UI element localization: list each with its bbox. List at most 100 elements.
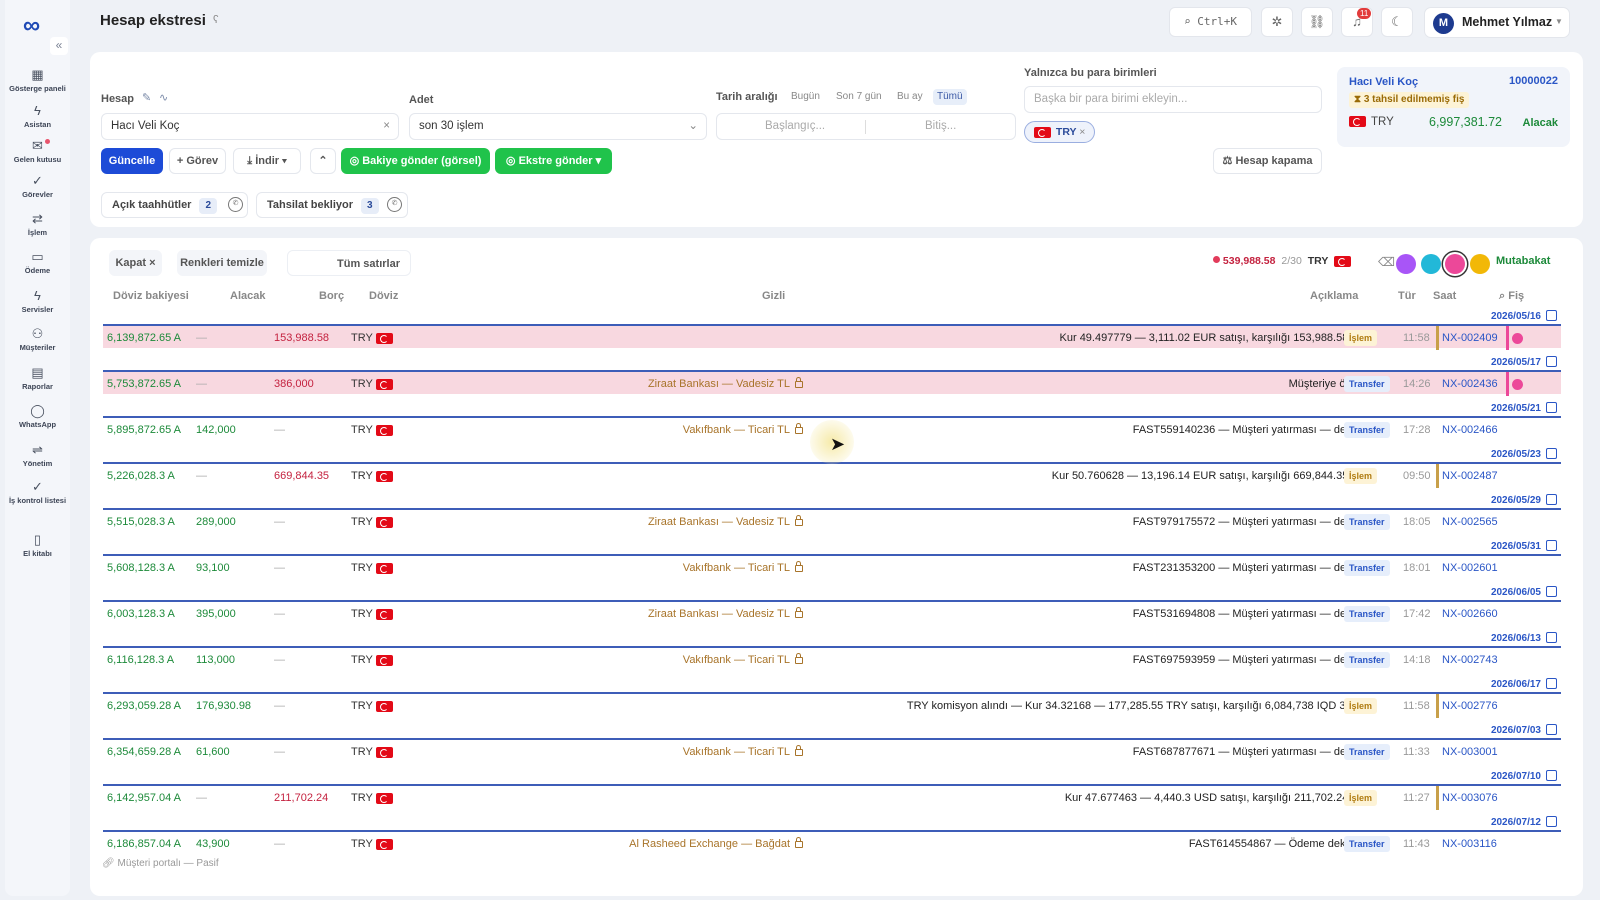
calendar-icon[interactable]	[1546, 678, 1557, 689]
clear-account-icon[interactable]: ×	[383, 114, 390, 139]
activity-icon[interactable]: ∿	[159, 91, 168, 104]
close-button[interactable]: Kapat ×	[109, 250, 162, 276]
calendar-icon[interactable]	[1546, 632, 1557, 643]
table-row[interactable]: 6,003,128.3 A 395,000 — TRY Ziraat Bankası …	[103, 600, 1561, 624]
all-rows-toggle[interactable]: Tüm satırlar	[287, 250, 411, 276]
info-icon[interactable]: ʕ	[213, 14, 219, 26]
customer-name[interactable]: Hacı Veli Koç	[1349, 76, 1418, 88]
receipt-link[interactable]: NX-003076	[1442, 786, 1498, 810]
sidebar-item-whatsapp[interactable]: ◯ WhatsApp	[5, 404, 70, 430]
send-statement-button[interactable]: ◎ Ekstre gönder ▾	[495, 148, 612, 174]
col-fx-balance[interactable]: Döviz bakiyesi	[113, 290, 189, 302]
receipt-link[interactable]: NX-003001	[1442, 740, 1498, 764]
receipt-link[interactable]: NX-002660	[1442, 602, 1498, 626]
date-chip-7days[interactable]: Son 7 gün	[832, 89, 886, 105]
receipt-link[interactable]: NX-002776	[1442, 694, 1498, 718]
calendar-icon[interactable]	[1546, 770, 1557, 781]
table-row[interactable]: 6,186,857.04 A 43,900 — TRY Al Rasheed Exch…	[103, 830, 1561, 854]
color-dot[interactable]	[1512, 379, 1523, 390]
calendar-icon[interactable]	[1546, 540, 1557, 551]
calendar-icon[interactable]	[1546, 402, 1557, 413]
calendar-icon[interactable]	[1546, 310, 1557, 321]
calendar-icon[interactable]	[1546, 724, 1557, 735]
table-row[interactable]: 5,515,028.3 A 289,000 — TRY Ziraat Bankası …	[103, 508, 1561, 532]
receipt-link[interactable]: NX-002743	[1442, 648, 1498, 672]
col-time[interactable]: Saat	[1433, 290, 1456, 302]
hidden-account-cell[interactable]: Ziraat Bankası — Vadesiz TL	[648, 372, 803, 396]
edit-icon[interactable]: ✎	[142, 91, 151, 104]
receipt-link[interactable]: NX-002466	[1442, 418, 1498, 442]
sidebar-item-handbook[interactable]: ▯ El kitabı	[5, 533, 70, 559]
date-chip-this-month[interactable]: Bu ay	[893, 89, 927, 105]
col-description[interactable]: Açıklama	[1310, 290, 1358, 302]
sidebar-item-inbox[interactable]: ✉ Gelen kutusu	[5, 139, 70, 165]
sidebar-item-management[interactable]: ⇌ Yönetim	[5, 443, 70, 469]
color-dot[interactable]	[1512, 333, 1523, 344]
hidden-account-cell[interactable]: Ziraat Bankası — Vadesiz TL	[648, 602, 803, 626]
sidebar-item-services[interactable]: ϟ Servisler	[5, 289, 70, 315]
color-purple-button[interactable]	[1396, 254, 1416, 274]
calendar-icon[interactable]	[1546, 494, 1557, 505]
receipt-link[interactable]: NX-003116	[1442, 832, 1497, 856]
pending-collections-pill[interactable]: Tahsilat bekliyor 3	[256, 192, 408, 218]
col-receipt[interactable]: ⌕ Fiş	[1499, 290, 1524, 303]
calendar-icon[interactable]	[1546, 816, 1557, 827]
receipt-link[interactable]: NX-002601	[1442, 556, 1498, 580]
color-cyan-button[interactable]	[1421, 254, 1441, 274]
download-button[interactable]: ⤓ İndir ▾	[233, 148, 301, 174]
whatsapp-icon[interactable]: ✆	[228, 197, 243, 212]
calendar-icon[interactable]	[1546, 448, 1557, 459]
receipt-link[interactable]: NX-002487	[1442, 464, 1498, 488]
hidden-account-cell[interactable]: Vakıfbank — Ticari TL	[683, 418, 803, 442]
receipt-link[interactable]: NX-002565	[1442, 510, 1498, 534]
currency-chip-try[interactable]: TRY ×	[1024, 121, 1095, 143]
sidebar-item-customers[interactable]: ⚇ Müşteriler	[5, 327, 70, 353]
pending-receipts-badge[interactable]: ⧗ 3 tahsil edilmemiş fiş	[1349, 92, 1470, 108]
link-button[interactable]: ⛓	[1301, 7, 1333, 37]
clear-colors-button[interactable]: Renkleri temizle	[177, 250, 267, 276]
hidden-account-cell[interactable]: Ziraat Bankası — Vadesiz TL	[648, 510, 803, 534]
customer-portal-status[interactable]: 🔗︎ Müşteri portalı — Pasif	[102, 858, 219, 869]
receipt-link[interactable]: NX-002409	[1442, 326, 1498, 350]
table-row[interactable]: 6,142,957.04 A — 211,702.24 TRY Kur 47.6774…	[103, 784, 1561, 810]
reconcile-button[interactable]: Mutabakat	[1496, 255, 1550, 267]
update-button[interactable]: Güncelle	[101, 148, 163, 174]
col-type[interactable]: Tür	[1398, 290, 1416, 302]
whatsapp-icon[interactable]: ✆	[387, 197, 402, 212]
sidebar-item-checklist[interactable]: ✓ İş kontrol listesi	[5, 480, 70, 506]
sidebar-item-dashboard[interactable]: ▦ Gösterge paneli	[5, 68, 70, 94]
search-button[interactable]: ⌕ Ctrl+K	[1169, 7, 1252, 37]
col-credit[interactable]: Alacak	[230, 290, 265, 302]
col-debit[interactable]: Borç	[319, 290, 344, 302]
collapse-sidebar-button[interactable]: «	[50, 37, 68, 55]
calendar-icon[interactable]	[1546, 356, 1557, 367]
table-row[interactable]: 5,753,872.65 A — 386,000 TRY Ziraat Bankası…	[103, 370, 1561, 396]
account-input[interactable]: Hacı Veli Koç ×	[101, 113, 399, 140]
table-row[interactable]: 6,354,659.28 A 61,600 — TRY Vakıfbank — Tic…	[103, 738, 1561, 762]
count-select[interactable]: son 30 işlem ⌄	[409, 113, 707, 140]
currency-input[interactable]: Başka bir para birimi ekleyin...	[1024, 86, 1322, 113]
sidebar-item-assistant[interactable]: ϟ Asistan	[5, 104, 70, 130]
date-chip-all[interactable]: Tümü	[933, 89, 967, 105]
calendar-icon[interactable]	[1546, 586, 1557, 597]
date-chip-today[interactable]: Bugün	[787, 89, 824, 105]
col-currency[interactable]: Döviz	[369, 290, 398, 302]
table-row[interactable]: 6,293,059.28 A 176,930.98 — TRY TRY komisyo…	[103, 692, 1561, 718]
theme-toggle-button[interactable]: ☾	[1381, 7, 1413, 37]
remove-chip-icon[interactable]: ×	[1079, 126, 1085, 138]
close-account-button[interactable]: ⚖ Hesap kapama	[1213, 148, 1322, 174]
table-row[interactable]: 6,116,128.3 A 113,000 — TRY Vakıfbank — Tic…	[103, 646, 1561, 670]
table-row[interactable]: 5,226,028.3 A — 669,844.35 TRY Kur 50.76062…	[103, 462, 1561, 488]
add-task-button[interactable]: + Görev	[169, 148, 226, 174]
hidden-account-cell[interactable]: Vakıfbank — Ticari TL	[683, 556, 803, 580]
hidden-account-cell[interactable]: Vakıfbank — Ticari TL	[683, 648, 803, 672]
hidden-account-cell[interactable]: Al Rasheed Exchange — Bağdat	[629, 832, 803, 856]
sidebar-item-payment[interactable]: ▭ Ödeme	[5, 250, 70, 276]
table-row[interactable]: 6,139,872.65 A — 153,988.58 TRY Kur 49.4977…	[103, 324, 1561, 350]
color-pink-button[interactable]	[1445, 254, 1465, 274]
table-row[interactable]: 5,608,128.3 A 93,100 — TRY Vakıfbank — Tica…	[103, 554, 1561, 578]
bug-report-button[interactable]: ✲	[1261, 7, 1293, 37]
receipt-link[interactable]: NX-002436	[1442, 372, 1498, 396]
hidden-account-cell[interactable]: Vakıfbank — Ticari TL	[683, 740, 803, 764]
date-range-input[interactable]: Başlangıç... Bitiş...	[716, 113, 1016, 140]
